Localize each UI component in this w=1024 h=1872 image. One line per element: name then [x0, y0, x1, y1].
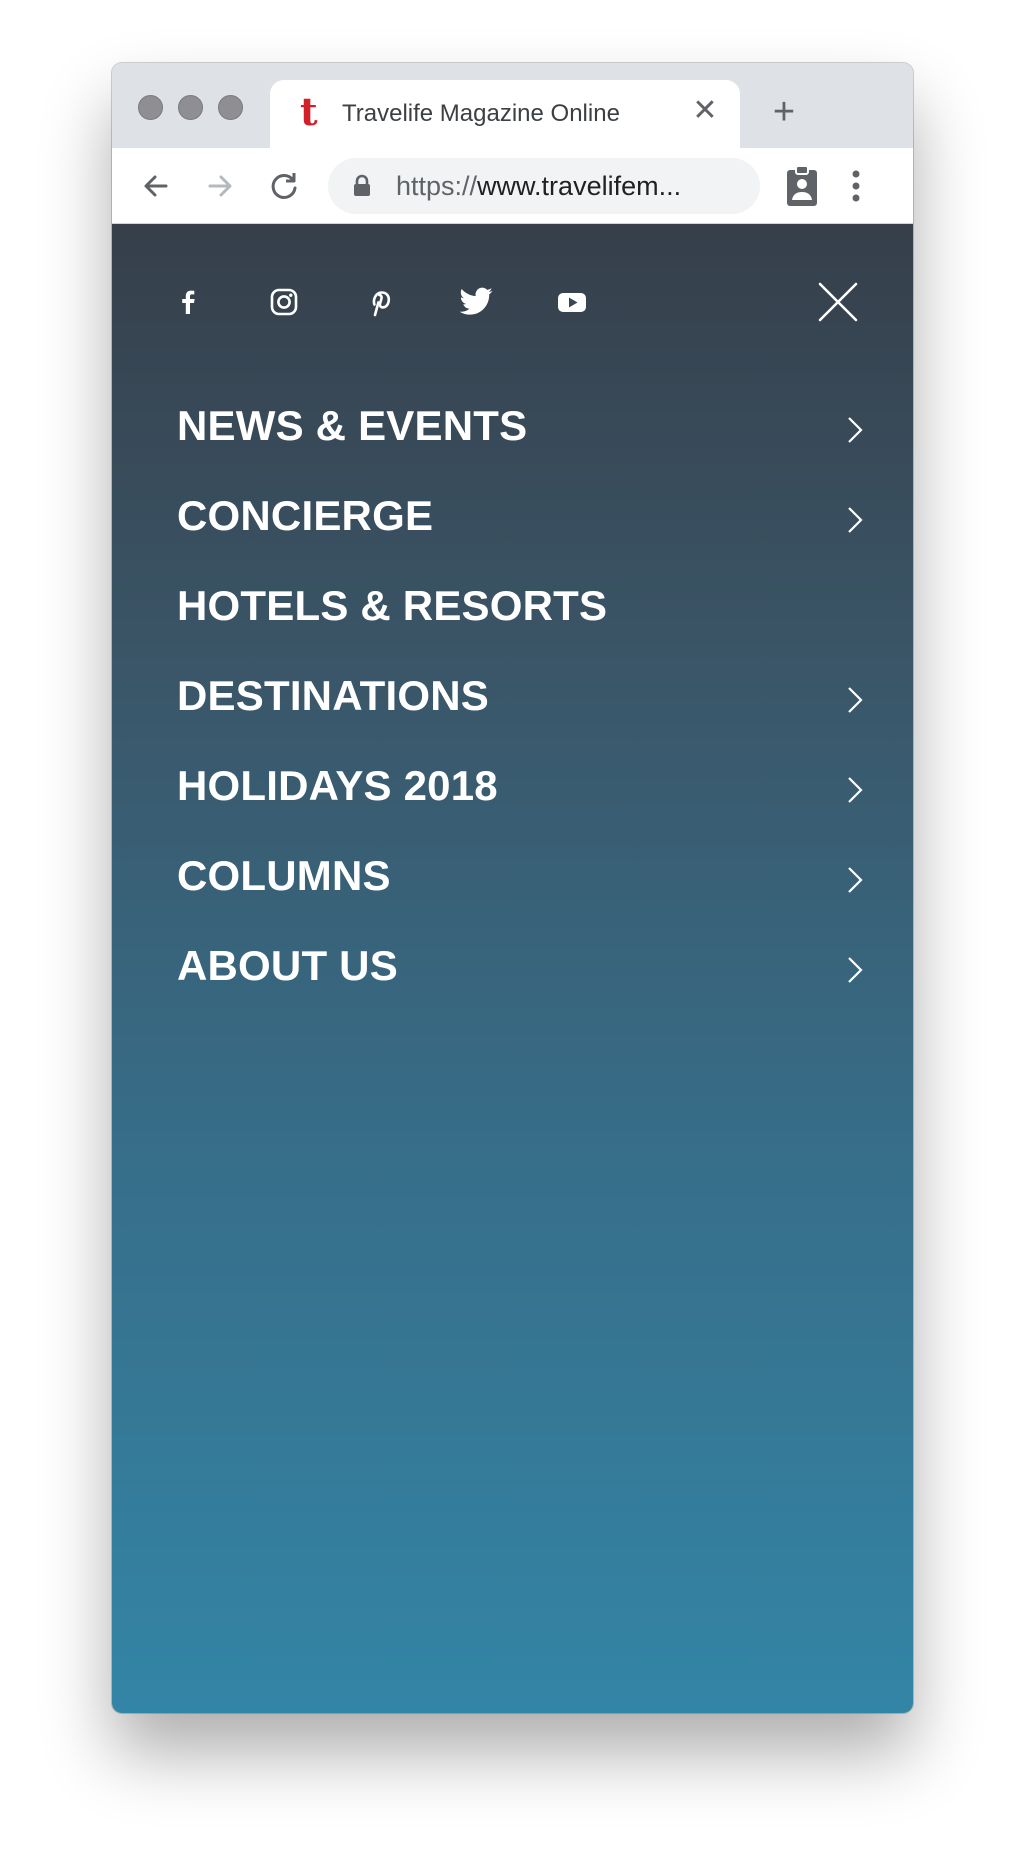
- back-arrow-icon[interactable]: [136, 166, 176, 206]
- url-host: www.travelifem...: [477, 171, 682, 201]
- favicon-icon: t: [300, 89, 318, 134]
- url-scheme: https://: [396, 171, 478, 201]
- tab-title: Travelife Magazine Online: [342, 100, 620, 127]
- twitter-icon[interactable]: [458, 284, 494, 320]
- lock-icon: [352, 174, 372, 198]
- menu-item-label: CONCIERGE: [177, 492, 434, 539]
- chevron-right-icon[interactable]: [845, 774, 865, 806]
- badge-icon[interactable]: [784, 164, 820, 208]
- menu-item-holidays-2018[interactable]: HOLIDAYS 2018: [177, 746, 865, 836]
- menu-item-hotels-resorts[interactable]: HOTELS & RESORTS: [177, 566, 865, 656]
- menu-item-label: ABOUT US: [177, 942, 398, 989]
- menu-item-about-us[interactable]: ABOUT US: [177, 926, 865, 1016]
- menu-item-label: HOLIDAYS 2018: [177, 762, 498, 809]
- menu-item-label: COLUMNS: [177, 852, 391, 899]
- menu-item-concierge[interactable]: CONCIERGE: [177, 476, 865, 566]
- kebab-menu-icon[interactable]: [850, 166, 862, 206]
- tab-close-icon[interactable]: ✕: [690, 96, 720, 126]
- chevron-right-icon[interactable]: [845, 684, 865, 716]
- youtube-icon[interactable]: [554, 284, 590, 320]
- tab-strip: t Travelife Magazine Online ✕ +: [112, 63, 913, 148]
- window-zoom-light[interactable]: [218, 95, 243, 120]
- menu-item-label: DESTINATIONS: [177, 672, 489, 719]
- close-icon[interactable]: [816, 280, 860, 324]
- address-bar[interactable]: https://www.travelifem...: [328, 158, 760, 214]
- browser-toolbar: https://www.travelifem...: [112, 148, 913, 224]
- window-close-light[interactable]: [138, 95, 163, 120]
- navigation-overlay: NEWS & EVENTS CONCIERGE HOTELS & RESORTS…: [112, 224, 913, 1713]
- menu-item-destinations[interactable]: DESTINATIONS: [177, 656, 865, 746]
- main-menu: NEWS & EVENTS CONCIERGE HOTELS & RESORTS…: [177, 386, 865, 1016]
- chevron-right-icon[interactable]: [845, 414, 865, 446]
- chevron-right-icon[interactable]: [845, 954, 865, 986]
- facebook-icon[interactable]: [170, 284, 206, 320]
- chevron-right-icon[interactable]: [845, 864, 865, 896]
- url-text: https://www.travelifem...: [396, 171, 681, 202]
- menu-item-label: NEWS & EVENTS: [177, 402, 528, 449]
- menu-item-news-events[interactable]: NEWS & EVENTS: [177, 386, 865, 476]
- reload-icon[interactable]: [264, 166, 304, 206]
- instagram-icon[interactable]: [266, 284, 302, 320]
- social-links: [112, 224, 913, 374]
- menu-item-label: HOTELS & RESORTS: [177, 582, 608, 629]
- pinterest-icon[interactable]: [362, 284, 398, 320]
- browser-window: t Travelife Magazine Online ✕ + https://…: [112, 63, 913, 1713]
- browser-tab[interactable]: t Travelife Magazine Online ✕: [270, 80, 740, 148]
- forward-arrow-icon[interactable]: [200, 166, 240, 206]
- new-tab-plus-icon[interactable]: +: [767, 93, 801, 131]
- menu-item-columns[interactable]: COLUMNS: [177, 836, 865, 926]
- chevron-right-icon[interactable]: [845, 504, 865, 536]
- window-minimize-light[interactable]: [178, 95, 203, 120]
